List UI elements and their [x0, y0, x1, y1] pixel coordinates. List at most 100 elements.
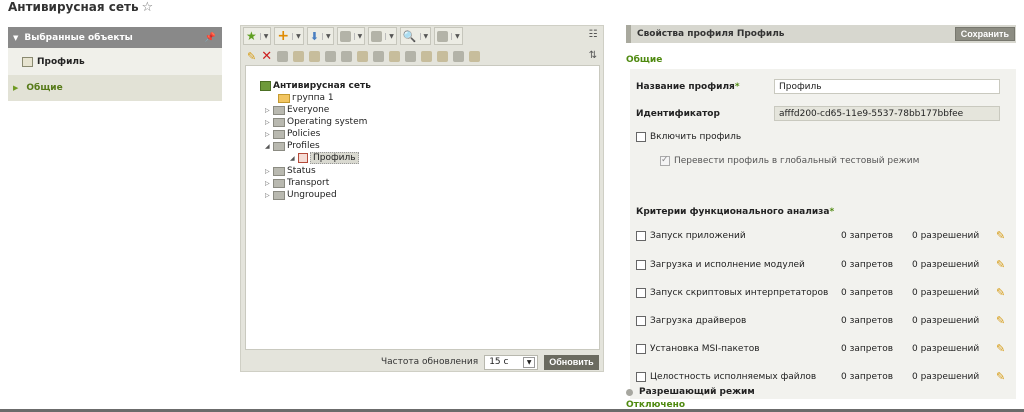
chevron-down-icon[interactable]: ▼ — [292, 32, 301, 40]
criteria-checkbox[interactable] — [636, 372, 646, 382]
criteria-checkbox[interactable] — [636, 260, 646, 270]
tree-node[interactable]: ▷ Ungrouped — [265, 189, 337, 201]
install-button[interactable]: ⬇ ▼ — [306, 27, 334, 45]
left-item-general[interactable]: ▶ Общие — [8, 75, 222, 101]
properties-header: Свойства профиля Профиль Сохранить — [626, 25, 1016, 43]
folder-button[interactable]: ▼ — [336, 27, 366, 45]
edit-icon[interactable]: ✎ — [996, 229, 1005, 242]
action-icon[interactable] — [341, 50, 353, 62]
action-icon[interactable] — [421, 50, 433, 62]
action-icon[interactable] — [405, 50, 417, 62]
criteria-row: Запуск скриптовых интерпретаторов 0 запр… — [636, 286, 1010, 300]
tree-node[interactable]: ▷ Status — [265, 165, 316, 177]
action-icon[interactable] — [357, 50, 369, 62]
tree-node[interactable]: ▷ Operating system — [265, 116, 367, 128]
save-button[interactable]: Сохранить — [954, 27, 1015, 41]
tree-node[interactable]: ◢ Profiles — [265, 140, 320, 152]
folder-icon — [273, 141, 285, 151]
deny-count: 0 запретов — [841, 372, 894, 382]
identifier-field: afffd200-cd65-11e9-5537-78bb177bbfee — [774, 106, 1000, 121]
folder-icon — [273, 178, 285, 188]
tree-node-label: Профиль — [310, 152, 359, 164]
chevron-down-icon[interactable]: ▼ — [451, 32, 460, 40]
tree-node[interactable]: ▷ Everyone — [265, 104, 329, 116]
allow-count: 0 разрешений — [912, 260, 980, 270]
criteria-name: Установка MSI-пакетов — [650, 344, 760, 354]
chevron-down-icon[interactable]: ▼ — [523, 356, 536, 368]
permissive-mode-row[interactable]: Разрешающий режим — [626, 387, 755, 397]
view-button[interactable]: ▼ — [434, 27, 463, 45]
criteria-row: Запуск приложений 0 запретов 0 разрешени… — [636, 229, 1010, 243]
add-button[interactable]: + ▼ — [274, 27, 304, 45]
profile-name-label: Название профиля* — [636, 82, 740, 92]
test-mode-row: Перевести профиль в глобальный тестовый … — [660, 155, 920, 166]
action-icon[interactable] — [309, 50, 321, 62]
refresh-interval-select[interactable]: 15 с ▼ — [484, 354, 539, 370]
filter-icon[interactable] — [325, 50, 337, 62]
page-title-text: Антивирусная сеть — [8, 0, 139, 14]
tree-settings-icon[interactable]: ☷ — [587, 29, 599, 43]
permissive-mode-label: Разрешающий режим — [639, 387, 755, 397]
pin-icon[interactable]: 📌 — [205, 33, 216, 43]
enable-profile-checkbox[interactable] — [636, 132, 646, 142]
chevron-down-icon[interactable]: ▼ — [321, 32, 331, 40]
expand-icon[interactable]: ▷ — [265, 168, 272, 175]
expand-icon[interactable]: ▷ — [265, 107, 272, 114]
tree-root[interactable]: Антивирусная сеть — [260, 80, 371, 92]
chevron-down-icon[interactable]: ▼ — [259, 32, 268, 40]
criteria-checkbox[interactable] — [636, 288, 646, 298]
chevron-down-icon[interactable]: ▼ — [419, 32, 428, 40]
identifier-label: Идентификатор — [636, 109, 720, 119]
action-icon[interactable] — [293, 50, 305, 62]
chevron-down-icon[interactable]: ▼ — [385, 32, 394, 40]
criteria-row: Установка MSI-пакетов 0 запретов 0 разре… — [636, 342, 1010, 356]
action-icon[interactable] — [373, 50, 385, 62]
criteria-name: Запуск скриптовых интерпретаторов — [650, 288, 829, 298]
enable-profile-row[interactable]: Включить профиль — [636, 132, 741, 142]
tree-node-label: Transport — [287, 178, 330, 188]
action-icon[interactable] — [389, 50, 401, 62]
edit-icon[interactable]: ✎ — [247, 50, 256, 63]
expand-icon[interactable]: ▷ — [265, 180, 272, 187]
tree-node-label: группа 1 — [292, 93, 334, 103]
component-button[interactable]: ▼ — [368, 27, 397, 45]
selected-objects-header[interactable]: ▼ Выбранные объекты 📌 — [8, 27, 222, 48]
expand-icon[interactable]: ▷ — [265, 192, 272, 199]
refresh-button[interactable]: Обновить — [544, 354, 599, 370]
star-outline-icon[interactable]: ☆ — [142, 0, 154, 15]
edit-icon[interactable]: ✎ — [996, 258, 1005, 271]
edit-icon[interactable]: ✎ — [996, 286, 1005, 299]
sort-icon[interactable]: ⇅ — [587, 50, 599, 64]
tree-node-selected[interactable]: ◢ Профиль — [290, 152, 359, 164]
left-item-profile[interactable]: Профиль — [8, 48, 222, 75]
search-button[interactable]: 🔍 ▼ — [399, 27, 432, 45]
criteria-checkbox[interactable] — [636, 344, 646, 354]
action-icon[interactable] — [277, 50, 289, 62]
criteria-checkbox[interactable] — [636, 231, 646, 241]
test-mode-label: Перевести профиль в глобальный тестовый … — [674, 156, 920, 166]
criteria-row: Загрузка драйверов 0 запретов 0 разрешен… — [636, 314, 1010, 328]
edit-icon[interactable]: ✎ — [996, 314, 1005, 327]
tree-node[interactable]: ▷ Transport — [265, 177, 329, 189]
edit-icon[interactable]: ✎ — [996, 342, 1005, 355]
tree-node[interactable]: группа 1 — [270, 92, 334, 104]
tree-node[interactable]: ▷ Policies — [265, 128, 320, 140]
criteria-title: Критерии функционального анализа* — [636, 207, 835, 217]
allow-count: 0 разрешений — [912, 288, 980, 298]
left-item-profile-label: Профиль — [37, 56, 85, 67]
tree-node-label: Policies — [287, 129, 321, 139]
favorites-button[interactable]: ★ ▼ — [243, 27, 272, 45]
edit-icon[interactable]: ✎ — [996, 370, 1005, 383]
folder-icon — [273, 129, 285, 139]
action-icon[interactable] — [469, 50, 481, 62]
refresh-label: Частота обновления — [381, 357, 479, 367]
chevron-down-icon[interactable]: ▼ — [353, 32, 362, 40]
expand-icon[interactable]: ▷ — [265, 131, 272, 138]
collapse-icon[interactable]: ◢ — [265, 143, 272, 150]
expand-icon[interactable]: ▷ — [265, 119, 272, 126]
action-icon[interactable] — [453, 50, 465, 62]
action-icon[interactable] — [437, 50, 449, 62]
criteria-checkbox[interactable] — [636, 316, 646, 326]
profile-name-input[interactable]: Профиль — [774, 79, 1000, 94]
delete-icon[interactable]: ✕ — [261, 49, 272, 64]
